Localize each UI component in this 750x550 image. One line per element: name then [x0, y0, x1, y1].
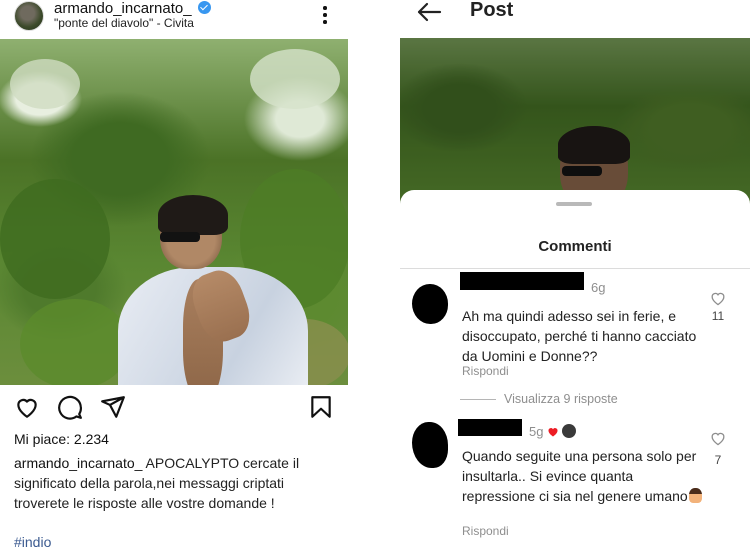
back-arrow-icon[interactable]: [416, 2, 442, 22]
post-actions: [0, 394, 348, 424]
comments-sheet: Commenti 6g Ah ma quindi adesso sei in f…: [400, 190, 750, 550]
post-location[interactable]: "ponte del diavolo" - Civita: [54, 16, 194, 30]
caption-username[interactable]: armando_incarnato_: [14, 455, 142, 471]
post-caption: armando_incarnato_ APOCALYPTO cercate il…: [14, 453, 342, 513]
redacted-username: [458, 419, 522, 436]
sheet-title: Commenti: [538, 238, 612, 255]
comment-text: Quando seguite una persona solo per insu…: [462, 446, 702, 506]
drag-handle[interactable]: [556, 202, 592, 206]
like-count: 7: [714, 453, 722, 467]
more-icon[interactable]: [318, 4, 332, 26]
view-replies-label: Visualizza 9 risposte: [504, 392, 618, 406]
post-photo-dimmed: [400, 38, 750, 208]
heart-icon[interactable]: [709, 290, 727, 306]
bookmark-icon[interactable]: [308, 394, 334, 420]
post-username[interactable]: armando_incarnato_: [54, 0, 192, 17]
like-count: 11: [711, 309, 725, 323]
comment-text: Ah ma quindi adesso sei in ferie, e diso…: [462, 308, 697, 364]
divider: [400, 268, 750, 269]
comments-panel: Post Commenti 6g Ah ma quindi adesso sei…: [400, 0, 750, 550]
post-header: armando_incarnato_ "ponte del diavolo" -…: [0, 0, 348, 36]
comment-time: 5g: [529, 424, 544, 439]
hashtag-link[interactable]: #indio: [14, 534, 51, 550]
comment-icon[interactable]: [57, 394, 83, 420]
share-icon[interactable]: [100, 394, 126, 420]
post-photo[interactable]: [0, 39, 348, 385]
heart-icon[interactable]: [709, 430, 727, 446]
avatar[interactable]: [412, 422, 448, 468]
reply-button[interactable]: Rispondi: [462, 364, 509, 378]
redacted-username: [460, 272, 584, 290]
page-title: Post: [470, 0, 514, 21]
avatar[interactable]: [412, 284, 448, 324]
avatar[interactable]: [14, 1, 44, 31]
post-panel: armando_incarnato_ "ponte del diavolo" -…: [0, 0, 348, 550]
likes-count[interactable]: Mi piace: 2.234: [14, 431, 109, 447]
top-bar: Post: [400, 0, 750, 38]
verified-icon: [198, 1, 211, 14]
comment-text-body: Quando seguite una persona solo per insu…: [462, 448, 697, 504]
facepalm-emoji-icon: [688, 488, 702, 503]
heart-icon[interactable]: [14, 394, 40, 420]
view-replies-button[interactable]: Visualizza 9 risposte: [460, 392, 618, 406]
red-heart-icon: [548, 428, 558, 437]
author-avatar-icon: [562, 424, 576, 438]
comment-time: 6g: [591, 280, 606, 295]
reply-button[interactable]: Rispondi: [462, 524, 509, 538]
